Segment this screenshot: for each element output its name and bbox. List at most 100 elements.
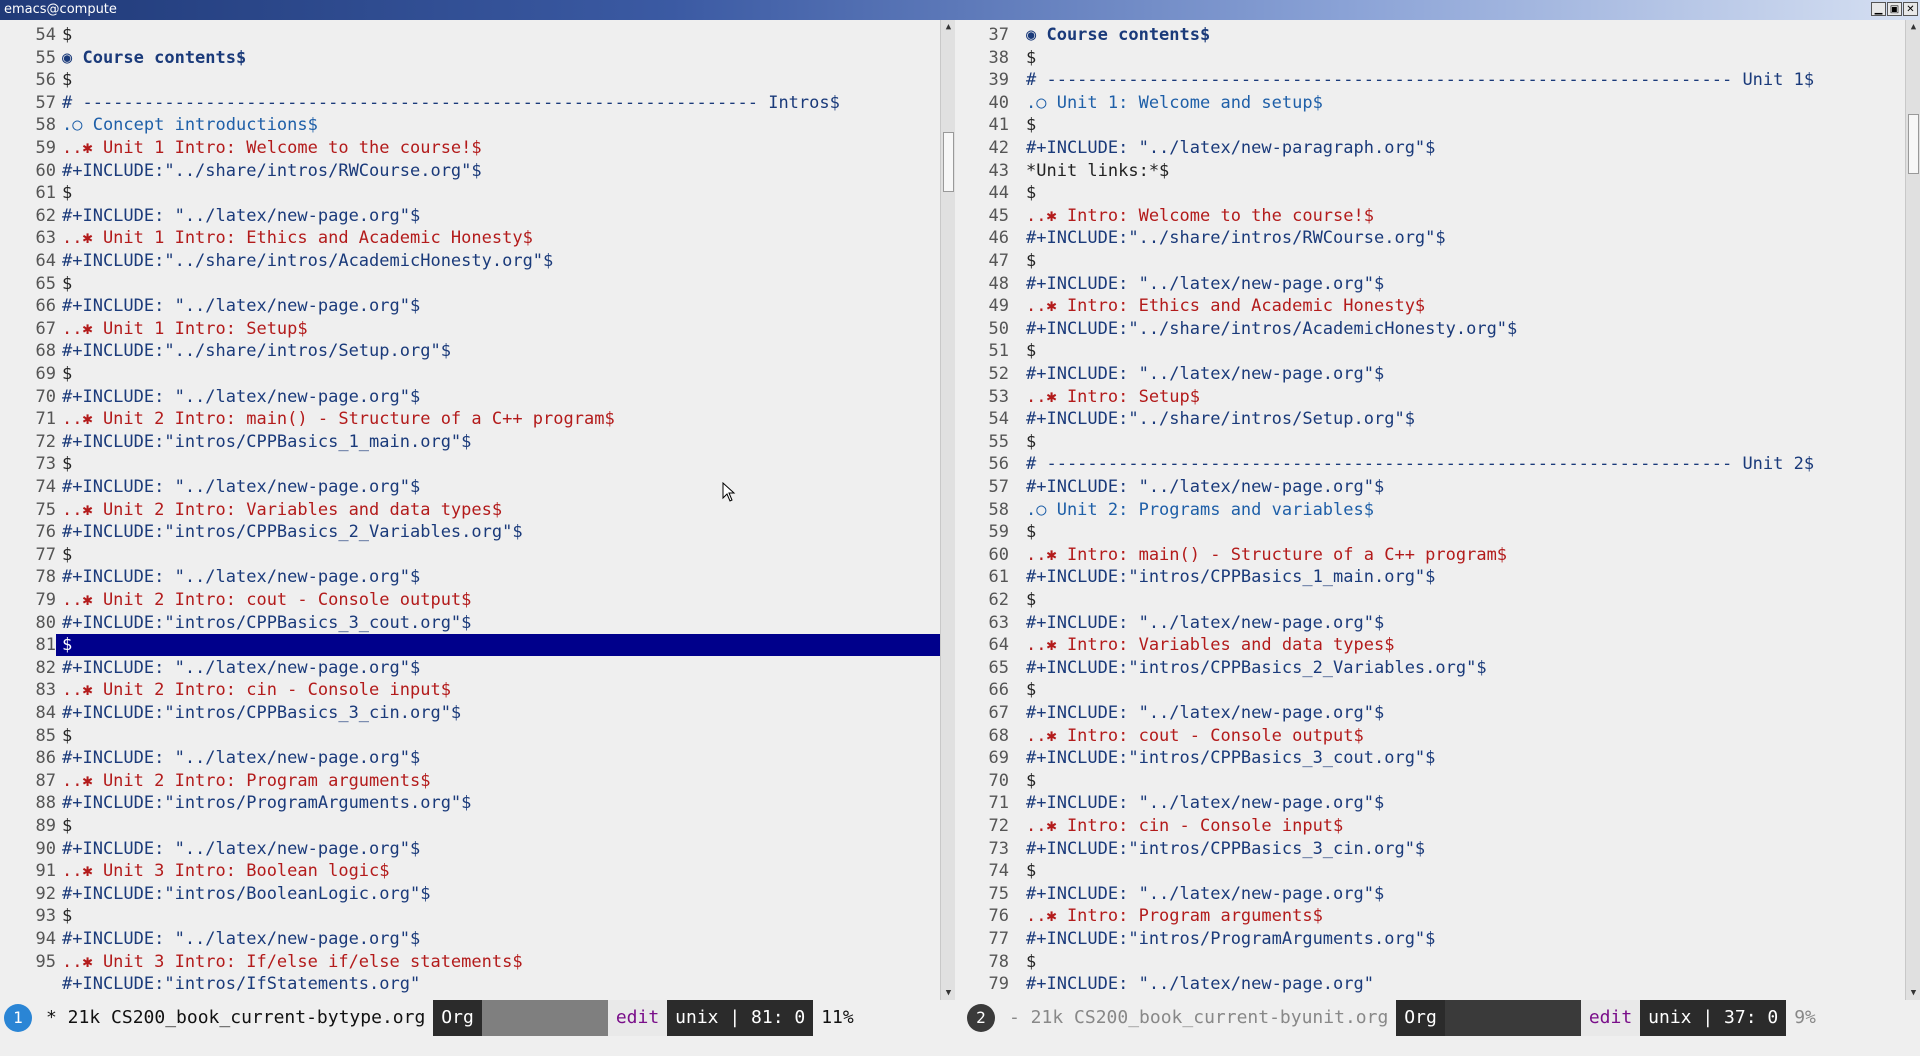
- code-line[interactable]: 82 #+INCLUDE: "../latex/new-page.org"$: [0, 657, 940, 679]
- line-text[interactable]: ..✱ Intro: cout - Console output$: [1026, 725, 1900, 747]
- code-line[interactable]: 76 ..✱ Intro: Program arguments$: [963, 905, 1900, 927]
- left-scrollbar-thumb[interactable]: [943, 132, 954, 193]
- line-text[interactable]: #+INCLUDE: "../latex/new-page.org"$: [62, 657, 940, 679]
- line-text[interactable]: #+INCLUDE: "../latex/new-paragraph.org"$: [1026, 137, 1900, 159]
- code-line[interactable]: 57 #+INCLUDE: "../latex/new-page.org"$: [963, 476, 1900, 498]
- line-text[interactable]: #+INCLUDE: "../latex/new-page.org"$: [62, 747, 940, 769]
- line-text[interactable]: .○ Unit 2: Programs and variables$: [1026, 499, 1900, 521]
- line-text[interactable]: $: [62, 182, 940, 204]
- line-text[interactable]: #+INCLUDE:"../share/intros/Setup.org"$: [1026, 408, 1900, 430]
- line-text[interactable]: #+INCLUDE: "../latex/new-page.org"$: [1026, 476, 1900, 498]
- line-text[interactable]: #+INCLUDE: "../latex/new-page.org"$: [62, 295, 940, 317]
- line-text[interactable]: $: [1026, 951, 1900, 973]
- line-text[interactable]: ..✱ Unit 3 Intro: If/else if/else statem…: [62, 951, 940, 973]
- code-line[interactable]: 46 #+INCLUDE:"../share/intros/RWCourse.or…: [963, 227, 1900, 249]
- buffer-name[interactable]: - 21k CS200_book_current-byunit.org: [1001, 1000, 1396, 1036]
- code-line[interactable]: 85 $: [0, 725, 940, 747]
- code-line[interactable]: 73 $: [0, 453, 940, 475]
- code-line[interactable]: 77 $: [0, 544, 940, 566]
- line-text[interactable]: #+INCLUDE: "../latex/new-page.org"$: [62, 838, 940, 860]
- line-text[interactable]: #+INCLUDE:"intros/CPPBasics_3_cin.org"$: [62, 702, 940, 724]
- line-text[interactable]: #+INCLUDE:"../share/intros/RWCourse.org"…: [62, 160, 940, 182]
- line-text[interactable]: $: [1026, 250, 1900, 272]
- line-text[interactable]: #+INCLUDE:"../share/intros/RWCourse.org"…: [1026, 227, 1900, 249]
- code-line[interactable]: 61 #+INCLUDE:"intros/CPPBasics_1_main.org…: [963, 566, 1900, 588]
- code-line[interactable]: 50 #+INCLUDE:"../share/intros/AcademicHon…: [963, 318, 1900, 340]
- line-text[interactable]: # --------------------------------------…: [1026, 453, 1900, 475]
- code-line[interactable]: 39 # ------------------------------------…: [963, 69, 1900, 91]
- code-line[interactable]: 71 ..✱ Unit 2 Intro: main() - Structure o…: [0, 408, 940, 430]
- code-line[interactable]: 38 $: [963, 47, 1900, 69]
- code-line[interactable]: 75 #+INCLUDE: "../latex/new-page.org"$: [963, 883, 1900, 905]
- code-line[interactable]: 79 #+INCLUDE: "../latex/new-page.org": [963, 973, 1900, 995]
- line-text[interactable]: $: [62, 363, 940, 385]
- line-text[interactable]: ..✱ Intro: Ethics and Academic Honesty$: [1026, 295, 1900, 317]
- line-text[interactable]: $: [1026, 679, 1900, 701]
- line-text[interactable]: $: [62, 453, 940, 475]
- code-line[interactable]: 83 ..✱ Unit 2 Intro: cin - Console input$: [0, 679, 940, 701]
- code-line[interactable]: 44 $: [963, 182, 1900, 204]
- code-line[interactable]: 55 $: [963, 431, 1900, 453]
- window-divider[interactable]: [955, 20, 963, 1000]
- line-text[interactable]: $: [1026, 770, 1900, 792]
- line-text[interactable]: ..✱ Unit 2 Intro: cin - Console input$: [62, 679, 940, 701]
- close-icon[interactable]: ✕: [1903, 2, 1918, 16]
- line-text[interactable]: $: [1026, 860, 1900, 882]
- code-line[interactable]: 71 #+INCLUDE: "../latex/new-page.org"$: [963, 792, 1900, 814]
- line-text[interactable]: #+INCLUDE:"intros/BooleanLogic.org"$: [62, 883, 940, 905]
- code-line[interactable]: 57 # ------------------------------------…: [0, 92, 940, 114]
- code-line[interactable]: 37 ◉ Course contents$: [963, 24, 1900, 46]
- code-line[interactable]: 78 $: [963, 951, 1900, 973]
- code-line[interactable]: 59 ..✱ Unit 1 Intro: Welcome to the cours…: [0, 137, 940, 159]
- line-text[interactable]: #+INCLUDE:"intros/CPPBasics_1_main.org"$: [1026, 566, 1900, 588]
- scroll-down-icon[interactable]: ▼: [941, 986, 956, 1000]
- line-text[interactable]: #+INCLUDE: "../latex/new-page.org"$: [62, 476, 940, 498]
- line-text[interactable]: ◉ Course contents$: [1026, 24, 1900, 46]
- line-text[interactable]: #+INCLUDE: "../latex/new-page.org": [1026, 973, 1900, 995]
- line-text[interactable]: #+INCLUDE:"../share/intros/Setup.org"$: [62, 340, 940, 362]
- line-text[interactable]: #+INCLUDE:"intros/CPPBasics_3_cin.org"$: [1026, 838, 1900, 860]
- line-text[interactable]: #+INCLUDE:"intros/ProgramArguments.org"$: [62, 792, 940, 814]
- code-line[interactable]: 74 $: [963, 860, 1900, 882]
- code-line[interactable]: 55 ◉ Course contents$: [0, 47, 940, 69]
- code-line[interactable]: 49 ..✱ Intro: Ethics and Academic Honesty…: [963, 295, 1900, 317]
- code-line[interactable]: 63 #+INCLUDE: "../latex/new-page.org"$: [963, 612, 1900, 634]
- line-text[interactable]: $: [62, 24, 940, 46]
- line-text[interactable]: #+INCLUDE:"intros/CPPBasics_3_cout.org"$: [62, 612, 940, 634]
- code-line[interactable]: 56 $: [0, 69, 940, 91]
- code-line[interactable]: 62 $: [963, 589, 1900, 611]
- code-line[interactable]: 48 #+INCLUDE: "../latex/new-page.org"$: [963, 273, 1900, 295]
- line-text[interactable]: #+INCLUDE: "../latex/new-page.org"$: [62, 386, 940, 408]
- line-text[interactable]: $: [1026, 589, 1900, 611]
- code-line[interactable]: 68 ..✱ Intro: cout - Console output$: [963, 725, 1900, 747]
- line-text[interactable]: $: [62, 905, 940, 927]
- line-text[interactable]: #+INCLUDE: "../latex/new-page.org"$: [1026, 612, 1900, 634]
- code-line[interactable]: 93 $: [0, 905, 940, 927]
- code-line[interactable]: 72 ..✱ Intro: cin - Console input$: [963, 815, 1900, 837]
- code-line[interactable]: 79 ..✱ Unit 2 Intro: cout - Console outpu…: [0, 589, 940, 611]
- code-line[interactable]: 73 #+INCLUDE:"intros/CPPBasics_3_cin.org"…: [963, 838, 1900, 860]
- code-line[interactable]: 69 $: [0, 363, 940, 385]
- line-text[interactable]: #+INCLUDE: "../latex/new-page.org"$: [1026, 792, 1900, 814]
- code-line[interactable]: 41 $: [963, 114, 1900, 136]
- line-text[interactable]: $: [62, 273, 940, 295]
- scroll-down-icon[interactable]: ▼: [1906, 986, 1920, 1000]
- line-text[interactable]: $: [1026, 114, 1900, 136]
- code-line[interactable]: 72 #+INCLUDE:"intros/CPPBasics_1_main.org…: [0, 431, 940, 453]
- line-text[interactable]: #+INCLUDE:"../share/intros/AcademicHones…: [62, 250, 940, 272]
- left-scrollbar[interactable]: ▲ ▼: [940, 20, 956, 1000]
- line-text[interactable]: ..✱ Unit 1 Intro: Ethics and Academic Ho…: [62, 227, 940, 249]
- code-line[interactable]: 53 ..✱ Intro: Setup$: [963, 386, 1900, 408]
- code-line[interactable]: 58 .○ Unit 2: Programs and variables$: [963, 499, 1900, 521]
- code-line[interactable]: 61 $: [0, 182, 940, 204]
- line-text[interactable]: .○ Unit 1: Welcome and setup$: [1026, 92, 1900, 114]
- code-line[interactable]: 87 ..✱ Unit 2 Intro: Program arguments$: [0, 770, 940, 792]
- left-editor-pane[interactable]: 54 $55 ◉ Course contents$ 56 $57 # ----------…: [0, 20, 940, 1000]
- code-line[interactable]: 52 #+INCLUDE: "../latex/new-page.org"$: [963, 363, 1900, 385]
- code-line[interactable]: 84 #+INCLUDE:"intros/CPPBasics_3_cin.org"…: [0, 702, 940, 724]
- line-text[interactable]: #+INCLUDE: "../latex/new-page.org"$: [1026, 883, 1900, 905]
- code-line[interactable]: 70 #+INCLUDE: "../latex/new-page.org"$: [0, 386, 940, 408]
- major-mode[interactable]: Org: [1396, 1000, 1445, 1036]
- code-line[interactable]: 77 #+INCLUDE:"intros/ProgramArguments.org…: [963, 928, 1900, 950]
- code-line[interactable]: 78 #+INCLUDE: "../latex/new-page.org"$: [0, 566, 940, 588]
